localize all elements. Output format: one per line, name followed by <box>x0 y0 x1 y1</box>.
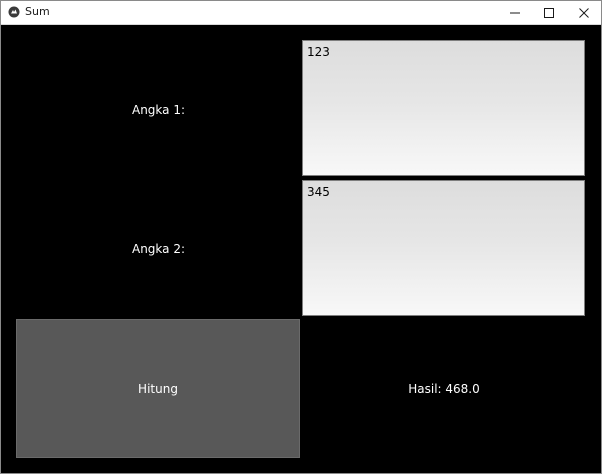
input-angka-1[interactable]: 123 <box>302 40 585 176</box>
hitung-button-label: Hitung <box>138 381 178 396</box>
label-angka-2: Angka 2: <box>131 242 185 256</box>
result-label: Hasil: 468.0 <box>408 382 480 396</box>
label-angka-1: Angka 1: <box>131 103 185 117</box>
close-button[interactable] <box>567 1 601 24</box>
minimize-button[interactable] <box>498 1 532 24</box>
app-window: Sum Angka 1: 123 Angka 2: 345 Hitung Has… <box>0 0 602 474</box>
maximize-button[interactable] <box>532 1 566 24</box>
window-title: Sum <box>25 5 50 18</box>
maximize-icon <box>544 7 554 18</box>
kivy-icon <box>8 6 20 18</box>
minimize-icon <box>510 12 520 13</box>
app-content: Angka 1: 123 Angka 2: 345 Hitung Hasil: … <box>1 25 601 473</box>
input-angka-2[interactable]: 345 <box>302 180 585 316</box>
hitung-button[interactable]: Hitung <box>16 319 300 458</box>
close-icon <box>579 7 589 18</box>
title-bar[interactable]: Sum <box>1 1 601 25</box>
